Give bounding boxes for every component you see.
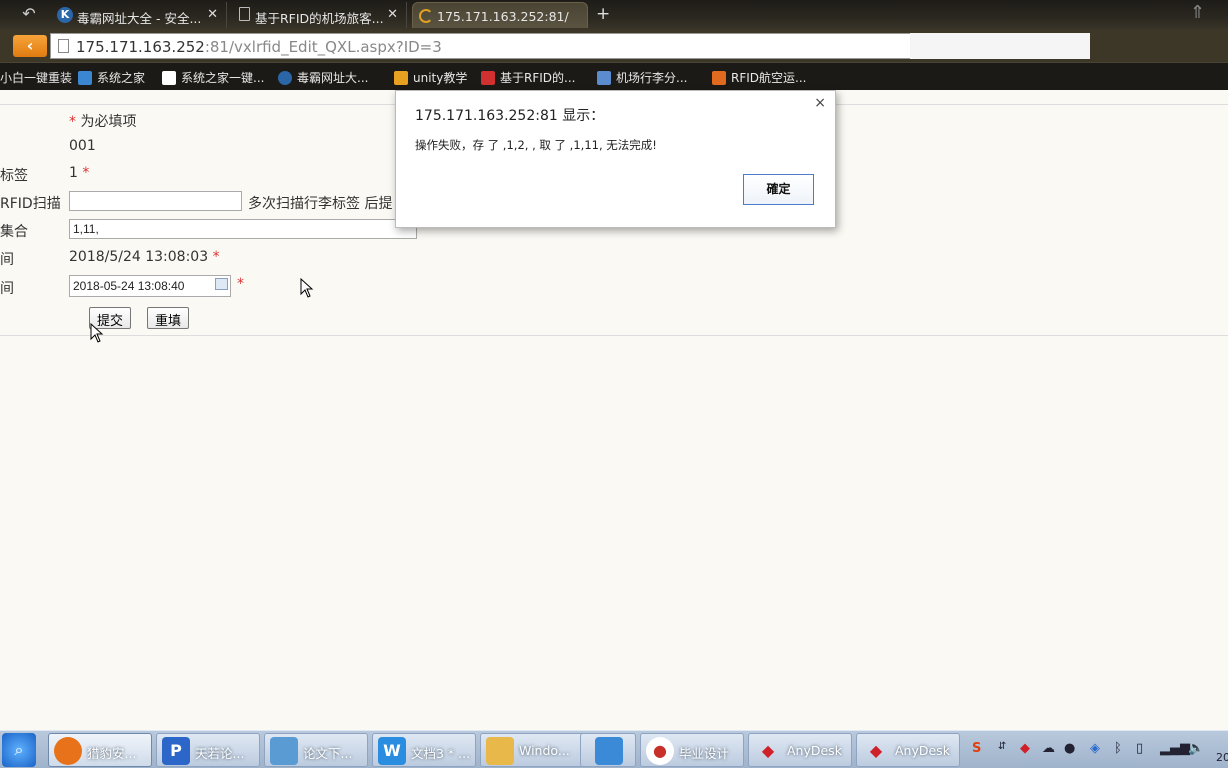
time2-label: 间 — [0, 281, 14, 297]
dialog-message: 操作失败，存 了 ,1,2, , 取 了 ,1,11, 无法完成! — [415, 138, 657, 152]
id-value: 001 — [69, 138, 96, 154]
browser-tab-bar: ↶ K 毒霸网址大全 - 安全... ✕ 基于RFID的机场旅客... ✕ 17… — [0, 0, 1228, 30]
taskbar-item-8[interactable]: ◆ AnyDesk — [748, 733, 852, 767]
rfid-hint: 多次扫描行李标签 后提 — [248, 196, 393, 212]
document-icon — [270, 737, 298, 765]
anydesk-icon: ◆ — [869, 741, 883, 760]
divider — [0, 335, 1228, 336]
bluetooth-icon[interactable]: ᛒ — [1114, 741, 1122, 756]
anydesk-icon: ◆ — [761, 741, 775, 760]
address-bar-area: ‹ 175.171.163.252:81/vxlrfid_Edit_QXL.as… — [0, 30, 1228, 62]
document-icon — [239, 7, 250, 21]
network-icon — [597, 71, 611, 85]
taskbar-item-9[interactable]: ◆ AnyDesk — [856, 733, 960, 767]
bookmark-8[interactable]: RFID航空运... — [712, 69, 806, 86]
wps-icon: W — [378, 737, 406, 765]
document-icon — [162, 71, 176, 85]
undo-icon[interactable]: ↶ — [16, 4, 42, 24]
mouse-cursor-icon — [90, 323, 104, 343]
taskbar-item-3[interactable]: 论文下... — [264, 733, 368, 767]
tab-2-label: 基于RFID的机场旅客... — [255, 11, 384, 26]
bird-icon — [595, 737, 623, 765]
time1-value: 2018/5/24 13:08:03 * — [69, 249, 220, 265]
taskbar-item-5[interactable]: Windo... — [480, 733, 584, 767]
rfid-label: RFID扫描 — [0, 196, 61, 212]
calendar-icon[interactable] — [215, 278, 228, 290]
back-button[interactable]: ‹ — [13, 35, 47, 57]
alert-dialog: 175.171.163.252:81 显示： × 操作失败，存 了 ,1,2, … — [395, 90, 836, 228]
shield-icon[interactable]: ◈ — [1090, 741, 1100, 756]
time2-required: * — [237, 276, 244, 292]
taskbar-item-6[interactable] — [580, 733, 636, 767]
bookmark-2[interactable]: 系统之家 — [78, 69, 145, 86]
system-home-icon — [78, 71, 92, 85]
clock[interactable]: 20 — [1216, 751, 1228, 764]
close-icon[interactable]: ✕ — [207, 7, 218, 22]
taskbar: ⌕ 猎豹安... P 天若论... 论文下... W 文档3 * ... Windo… — [0, 730, 1228, 768]
time1-label: 间 — [0, 252, 14, 268]
folder-icon — [394, 71, 408, 85]
bookmark-6[interactable]: 基于RFID的... — [481, 69, 575, 86]
sogou-icon[interactable]: S — [972, 741, 981, 756]
close-icon[interactable]: ✕ — [387, 7, 398, 22]
loading-icon — [419, 9, 433, 23]
mouse-cursor-icon — [300, 278, 314, 298]
cloud-icon[interactable]: ☁ — [1042, 741, 1055, 756]
bookmark-5[interactable]: unity教学 — [394, 69, 467, 86]
device-icon[interactable]: ▯ — [1136, 741, 1143, 756]
url-text: 175.171.163.252:81/vxlrfid_Edit_QXL.aspx… — [76, 38, 442, 56]
red-doc-icon — [481, 71, 495, 85]
time2-input[interactable] — [69, 275, 231, 297]
new-tab-button[interactable]: + — [596, 4, 610, 24]
bookmark-7[interactable]: 机场行李分... — [597, 69, 687, 86]
volume-icon[interactable]: 🔈 — [1188, 741, 1204, 756]
bookmark-4[interactable]: 毒霸网址大... — [278, 69, 368, 86]
taskbar-item-7[interactable]: ● 毕业设计 — [640, 733, 744, 767]
bookmark-1[interactable]: 小白一键重装 — [0, 69, 72, 86]
reset-button[interactable]: 重填 — [147, 307, 190, 329]
set-label: 集合 — [0, 224, 28, 240]
required-note: * 为必填项 — [69, 114, 137, 130]
tag-label: 标签 — [0, 168, 28, 184]
close-icon[interactable]: × — [814, 95, 826, 111]
dialog-title: 175.171.163.252:81 显示： — [415, 108, 605, 124]
network-signal-icon[interactable]: ▂▄▆ — [1160, 741, 1190, 756]
date-picker[interactable] — [69, 275, 231, 297]
p-icon: P — [162, 737, 190, 765]
tab-1-label: 毒霸网址大全 - 安全... — [77, 11, 202, 26]
ok-button[interactable]: 確定 — [743, 174, 814, 205]
scroll-up-icon: ⇑ — [1190, 2, 1206, 23]
tab-2[interactable]: 基于RFID的机场旅客... ✕ — [231, 2, 407, 28]
graduation-icon: ● — [646, 737, 674, 765]
taskbar-item-1[interactable]: 猎豹安... — [48, 733, 152, 767]
start-button[interactable]: ⌕ — [2, 733, 36, 767]
taskbar-item-4[interactable]: W 文档3 * ... — [372, 733, 476, 767]
address-bar-right-area — [910, 33, 1090, 59]
input-method-icon[interactable]: ⇵ — [998, 741, 1006, 752]
page-icon — [58, 39, 69, 53]
set-input[interactable] — [69, 219, 417, 239]
orange-icon — [712, 71, 726, 85]
tab-3-label: 175.171.163.252:81/ — [437, 9, 569, 24]
anydesk-tray-icon[interactable]: ◆ — [1020, 741, 1030, 756]
tab-3-active[interactable]: 175.171.163.252:81/ — [412, 2, 588, 28]
taskbar-item-2[interactable]: P 天若论... — [156, 733, 260, 767]
bookmarks-bar: 小白一键重装 系统之家 系统之家一键... 毒霸网址大... unity教学 基… — [0, 62, 1228, 90]
explorer-icon — [486, 737, 514, 765]
k-icon: K — [57, 7, 73, 23]
tab-1[interactable]: K 毒霸网址大全 - 安全... ✕ — [53, 2, 227, 28]
qq-icon[interactable]: ● — [1064, 741, 1075, 756]
cheetah-icon — [54, 737, 82, 765]
k-icon — [278, 71, 292, 85]
rfid-scan-input[interactable] — [69, 191, 242, 211]
bookmark-3[interactable]: 系统之家一键... — [162, 69, 264, 86]
tag-value: 1 * — [69, 165, 90, 181]
